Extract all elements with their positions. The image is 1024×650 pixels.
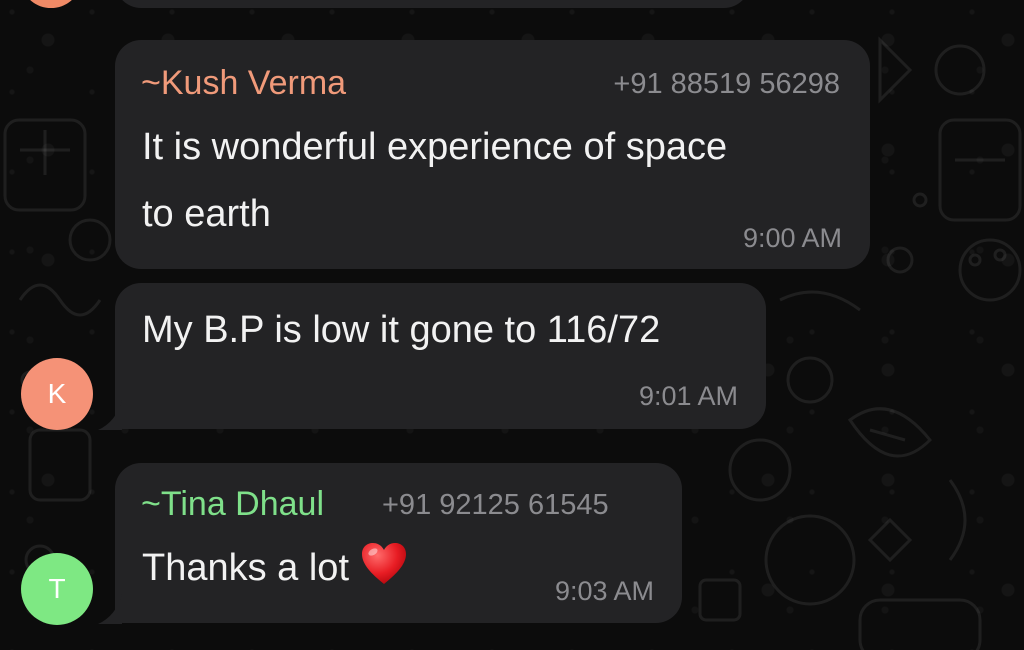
avatar-initial: K	[47, 378, 67, 409]
avatar-initial: T	[48, 573, 66, 604]
message-text-line: It is wonderful experience of space	[142, 126, 728, 168]
sender-phone: +91 92125 61545	[382, 489, 609, 521]
sender-phone: +91 88519 56298	[613, 68, 840, 100]
previous-message-bubble[interactable]	[115, 0, 750, 8]
message-timestamp: 9:03 AM	[554, 576, 654, 606]
message-text: My B.P is low it gone to 116/72	[142, 309, 661, 351]
sender-name[interactable]: ~Tina Dhaul	[141, 485, 324, 524]
chat-message-list[interactable]: ~Kush Verma +91 88519 56298 It is wonder…	[0, 0, 1024, 650]
sender-name[interactable]: ~Kush Verma	[141, 64, 346, 103]
message-timestamp: 9:01 AM	[638, 381, 738, 411]
bubble-tail	[98, 400, 122, 430]
message-bubble[interactable]: ~Tina Dhaul +91 92125 61545 Thanks a lot…	[115, 463, 682, 623]
previous-sender-avatar[interactable]	[24, 0, 78, 8]
sender-avatar[interactable]: T	[21, 553, 93, 625]
message-timestamp: 9:00 AM	[742, 223, 842, 253]
message-text: Thanks a lot	[142, 547, 349, 589]
sender-avatar[interactable]: K	[21, 358, 93, 430]
message-text-line: to earth	[142, 193, 271, 235]
red-heart-icon	[362, 543, 406, 584]
bubble-tail	[98, 594, 122, 624]
message-text-line: Thanks a lot	[142, 535, 407, 602]
message-bubble[interactable]: My B.P is low it gone to 116/72 9:01 AM	[115, 283, 766, 429]
message-bubble[interactable]: ~Kush Verma +91 88519 56298 It is wonder…	[115, 40, 870, 269]
